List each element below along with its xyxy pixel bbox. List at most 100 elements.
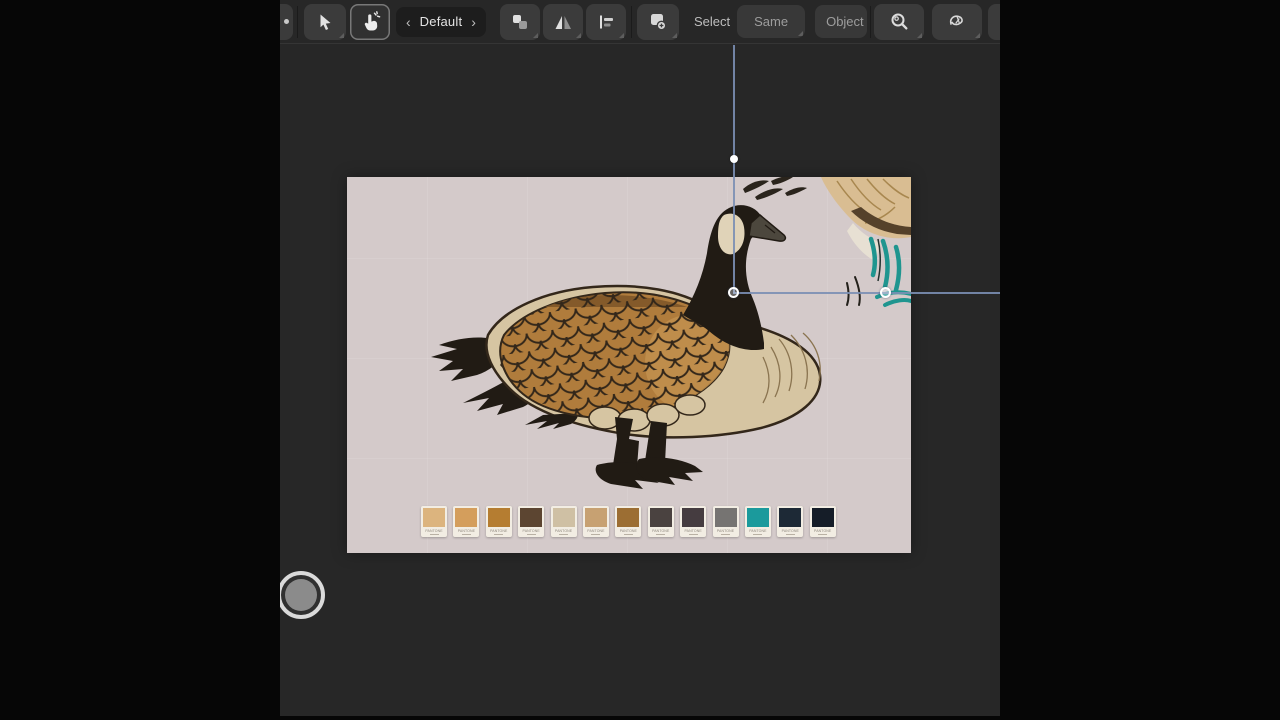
palette-chip[interactable]: PANTONE [583, 506, 609, 537]
preset-label: Default [420, 14, 463, 29]
app-window: ‹ Default › [280, 0, 1000, 716]
more-options-indicator [975, 33, 980, 38]
chip-brand-label: PANTONE [458, 529, 475, 533]
chip-brand-label: PANTONE [555, 529, 572, 533]
selection-corner-handle[interactable] [728, 287, 739, 298]
duplicate-plus-icon [647, 11, 668, 32]
chip-color-swatch [520, 508, 542, 527]
chip-code-line [721, 534, 730, 535]
selection-left-edge[interactable] [733, 45, 735, 293]
chip-color-swatch [423, 508, 445, 527]
chip-code-line [818, 534, 827, 535]
chip-color-swatch [682, 508, 704, 527]
select-object-button[interactable]: Object [815, 5, 867, 38]
toolbar-divider [631, 6, 632, 38]
palette-chip[interactable]: PANTONE [648, 506, 674, 537]
chip-color-swatch [715, 508, 737, 527]
chip-code-line [656, 534, 665, 535]
palette-chip[interactable]: PANTONE [777, 506, 803, 537]
more-options-indicator [576, 33, 581, 38]
chip-color-swatch [488, 508, 510, 527]
auto-select-tool-button[interactable] [350, 4, 390, 40]
select-label: Select [694, 14, 730, 29]
navigation-joystick[interactable] [280, 571, 325, 619]
tool-dot-icon [284, 19, 289, 24]
chip-brand-label: PANTONE [652, 529, 669, 533]
chip-brand-label: PANTONE [749, 529, 766, 533]
duplicate-tool-button[interactable] [637, 4, 679, 40]
more-options-indicator [917, 33, 922, 38]
artboard[interactable]: PANTONE PANTONE PANTONE PANTONE PANTONE [347, 177, 911, 553]
selection-edge-handle[interactable] [880, 287, 891, 298]
color-palette: PANTONE PANTONE PANTONE PANTONE PANTONE [421, 506, 836, 537]
preset-next-icon[interactable]: › [471, 15, 476, 29]
chip-code-line [591, 534, 600, 535]
magnifier-icon [889, 11, 910, 32]
palette-chip[interactable]: PANTONE [453, 506, 479, 537]
chip-color-swatch [585, 508, 607, 527]
chip-color-swatch [553, 508, 575, 527]
selection-edge-midpoint-handle[interactable] [730, 155, 738, 163]
align-tool-button[interactable] [586, 4, 626, 40]
flip-tool-button[interactable] [543, 4, 583, 40]
chip-brand-label: PANTONE [523, 529, 540, 533]
pointer-tool-button[interactable] [304, 4, 346, 40]
tap-sparkle-icon [359, 11, 381, 33]
chip-code-line [527, 534, 536, 535]
zoom-tool-button[interactable] [874, 4, 924, 40]
object-label: Object [826, 14, 864, 29]
palette-chip[interactable]: PANTONE [421, 506, 447, 537]
clipped-tool-button[interactable] [280, 4, 293, 40]
style-preset-selector[interactable]: ‹ Default › [396, 7, 486, 37]
snap-tool-button[interactable] [988, 4, 1000, 40]
palette-chip[interactable]: PANTONE [551, 506, 577, 537]
goose-artwork[interactable] [347, 177, 911, 553]
chip-color-swatch [812, 508, 834, 527]
chip-brand-label: PANTONE [684, 529, 701, 533]
gesture-tool-button[interactable] [932, 4, 982, 40]
more-options-indicator [798, 31, 803, 36]
joystick-knob[interactable] [285, 579, 317, 611]
toolbar-divider [297, 6, 298, 38]
palette-chip[interactable]: PANTONE [713, 506, 739, 537]
palette-chip[interactable]: PANTONE [810, 506, 836, 537]
preset-prev-icon[interactable]: ‹ [406, 15, 411, 29]
more-options-indicator [619, 33, 624, 38]
toolbar-divider [870, 6, 871, 38]
chip-brand-label: PANTONE [717, 529, 734, 533]
more-options-indicator [339, 33, 344, 38]
align-left-icon [596, 12, 616, 32]
chip-code-line [494, 534, 503, 535]
chip-brand-label: PANTONE [425, 529, 442, 533]
partial-artwork[interactable] [743, 177, 911, 305]
chip-color-swatch [650, 508, 672, 527]
chip-color-swatch [779, 508, 801, 527]
palette-chip[interactable]: PANTONE [486, 506, 512, 537]
selection-bottom-edge[interactable] [733, 292, 1000, 294]
chip-brand-label: PANTONE [620, 529, 637, 533]
select-same-button[interactable]: Same [737, 5, 805, 38]
chip-brand-label: PANTONE [782, 529, 799, 533]
goose[interactable] [431, 205, 820, 489]
chip-code-line [786, 534, 795, 535]
chip-code-line [559, 534, 568, 535]
chip-color-swatch [747, 508, 769, 527]
same-label: Same [754, 14, 788, 29]
magnet-icon [998, 11, 1000, 32]
palette-chip[interactable]: PANTONE [680, 506, 706, 537]
chip-code-line [624, 534, 633, 535]
palette-chip[interactable]: PANTONE [615, 506, 641, 537]
chip-brand-label: PANTONE [587, 529, 604, 533]
arrange-tool-button[interactable] [500, 4, 540, 40]
more-options-indicator [672, 33, 677, 38]
flip-horizontal-icon [553, 12, 573, 32]
chip-brand-label: PANTONE [490, 529, 507, 533]
toolbar: ‹ Default › [280, 0, 1000, 44]
chip-brand-label: PANTONE [814, 529, 831, 533]
chip-color-swatch [455, 508, 477, 527]
chip-code-line [430, 534, 439, 535]
more-options-indicator [533, 33, 538, 38]
palette-chip[interactable]: PANTONE [518, 506, 544, 537]
palette-chip[interactable]: PANTONE [745, 506, 771, 537]
chip-color-swatch [617, 508, 639, 527]
